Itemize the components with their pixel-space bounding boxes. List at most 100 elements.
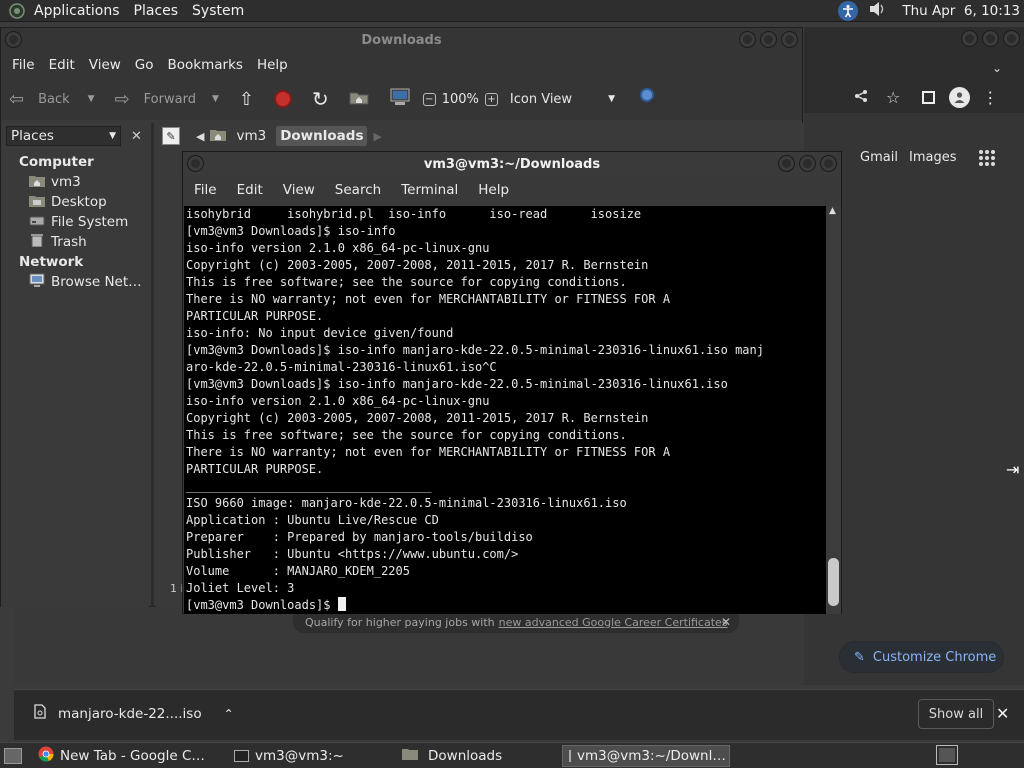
show-all-button[interactable]: Show all: [918, 699, 994, 729]
file-manager-titlebar[interactable]: Downloads: [1, 28, 802, 52]
zoom-in-icon[interactable]: +: [484, 92, 498, 106]
terminal-line: This is free software; see the source fo…: [186, 275, 627, 289]
menu-help[interactable]: Help: [471, 182, 516, 198]
menu-file[interactable]: File: [5, 57, 42, 73]
sidebar-splitter[interactable]: [151, 123, 154, 607]
menu-edit[interactable]: Edit: [230, 182, 270, 198]
bookmark-star-icon[interactable]: ☆: [886, 88, 900, 107]
task-terminal-downloads[interactable]: vm3@vm3:~/Downl…: [562, 744, 730, 767]
menu-help[interactable]: Help: [250, 57, 295, 73]
back-dropdown-icon[interactable]: ▼: [88, 94, 95, 104]
window-title: vm3@vm3:~/Downloads: [423, 156, 601, 172]
window-title: Downloads: [361, 32, 442, 48]
task-terminal-home[interactable]: vm3@vm3:~: [228, 745, 396, 767]
menu-go[interactable]: Go: [128, 57, 161, 73]
menu-bookmarks[interactable]: Bookmarks: [161, 57, 250, 73]
promo-link[interactable]: new advanced Google Career Certificates: [499, 616, 728, 629]
terminal-line: [vm3@vm3 Downloads]$ iso-info manjaro-kd…: [186, 343, 764, 357]
close-button[interactable]: [781, 31, 798, 48]
forward-label: Forward: [143, 91, 196, 107]
menu-terminal[interactable]: Terminal: [394, 182, 465, 198]
forward-button[interactable]: ⇨ Forward ▼: [115, 89, 219, 110]
places-sidebar: Places ▼ ✕ Computer vm3 Desktop File Sys…: [1, 123, 149, 607]
share-icon[interactable]: [854, 89, 868, 107]
sidebar-item-label: Desktop: [51, 194, 107, 210]
chrome-icon: [38, 746, 54, 766]
tab-list-chevron-icon[interactable]: ⌄: [992, 61, 1002, 75]
view-mode-select[interactable]: Icon View ▼: [510, 92, 615, 107]
sidebar-item-trash[interactable]: Trash: [1, 232, 149, 252]
menu-view[interactable]: View: [82, 57, 128, 73]
reload-icon[interactable]: ↻: [312, 87, 329, 111]
minimize-button[interactable]: [961, 30, 978, 47]
menu-edit[interactable]: Edit: [42, 57, 82, 73]
minimize-button[interactable]: [739, 31, 756, 48]
sidebar-item-desktop[interactable]: Desktop: [1, 192, 149, 212]
window-menu-button[interactable]: [5, 31, 22, 48]
task-downloads[interactable]: Downloads: [396, 745, 562, 767]
task-chrome[interactable]: New Tab - Google C…: [32, 745, 228, 767]
terminal-output[interactable]: isohybrid isohybrid.pl iso-info iso-read…: [184, 206, 826, 614]
terminal-line: Preparer : Prepared by manjaro-tools/bui…: [186, 530, 533, 544]
folder-icon: [402, 747, 418, 764]
breadcrumb-downloads[interactable]: Downloads: [276, 126, 368, 146]
file-manager-toolbar: ⇦ Back ▼ ⇨ Forward ▼ ⇧ ↻ − 100% + Icon V…: [1, 78, 802, 120]
close-shelf-icon[interactable]: ✕: [996, 704, 1009, 723]
sidebar-item-file-system[interactable]: File System: [1, 212, 149, 232]
maximize-button[interactable]: [799, 155, 816, 172]
sidebar-item-browse-network[interactable]: Browse Net…: [1, 272, 149, 292]
sidebar-item-vm3[interactable]: vm3: [1, 172, 149, 192]
menu-search[interactable]: Search: [328, 182, 388, 198]
back-button[interactable]: ⇦ Back ▼: [9, 89, 95, 110]
profile-avatar[interactable]: [949, 87, 971, 108]
download-shelf: manjaro-kde-22....iso ⌃ Show all ✕: [14, 689, 1024, 740]
workspace-switcher-icon[interactable]: [936, 745, 958, 765]
zoom-out-icon[interactable]: −: [422, 92, 436, 106]
terminal-scrollbar[interactable]: ▲: [826, 206, 841, 614]
terminal-window: vm3@vm3:~/Downloads File Edit View Searc…: [182, 151, 842, 614]
maximize-button[interactable]: [982, 30, 999, 47]
terminal-icon: [234, 749, 249, 762]
customize-chrome-button[interactable]: ✎ Customize Chrome: [839, 641, 1004, 673]
terminal-titlebar[interactable]: vm3@vm3:~/Downloads: [183, 152, 841, 176]
terminal-line: [vm3@vm3 Downloads]$ iso-info manjaro-kd…: [186, 377, 728, 391]
gmail-link[interactable]: Gmail: [860, 150, 898, 165]
promo-close-icon[interactable]: ✕: [721, 615, 731, 629]
up-button[interactable]: ⇧: [239, 89, 254, 110]
path-back-chevron-icon[interactable]: ◀: [196, 130, 204, 143]
breadcrumb-vm3[interactable]: vm3: [232, 126, 270, 146]
minimize-button[interactable]: [778, 155, 795, 172]
close-button[interactable]: [1003, 30, 1020, 47]
edit-location-icon[interactable]: ✎: [162, 127, 180, 145]
forward-dropdown-icon[interactable]: ▼: [212, 94, 219, 104]
sidebar-type-select[interactable]: Places ▼: [6, 126, 121, 146]
search-icon[interactable]: [639, 87, 659, 111]
computer-icon[interactable]: [389, 88, 411, 110]
apps-grid-icon[interactable]: [978, 149, 996, 171]
terminal-line: Joliet Level: 3: [186, 581, 295, 595]
window-menu-button[interactable]: [187, 155, 204, 172]
zoom-level[interactable]: 100%: [442, 92, 479, 107]
task-label: vm3@vm3:~: [255, 747, 344, 764]
path-forward-chevron-icon[interactable]: ▶: [373, 130, 381, 143]
chevron-up-icon[interactable]: ⌃: [224, 707, 234, 721]
close-sidebar-icon[interactable]: ✕: [131, 129, 142, 144]
images-link[interactable]: Images: [909, 150, 957, 165]
terminal-prompt-line[interactable]: [vm3@vm3 Downloads]$: [186, 597, 826, 614]
scroll-up-arrow-icon[interactable]: ▲: [829, 206, 836, 216]
show-desktop-icon[interactable]: [4, 747, 22, 764]
menu-file[interactable]: File: [187, 182, 224, 198]
menu-view[interactable]: View: [276, 182, 322, 198]
home-folder-icon[interactable]: [349, 89, 369, 109]
download-item[interactable]: manjaro-kde-22....iso ⌃: [34, 704, 234, 723]
chrome-menu-icon[interactable]: ⋮: [982, 88, 998, 107]
close-button[interactable]: [820, 155, 837, 172]
side-panel-icon[interactable]: [922, 91, 936, 104]
stop-icon[interactable]: [273, 90, 292, 108]
bottom-taskbar: New Tab - Google C… vm3@vm3:~ Downloads …: [0, 742, 1024, 768]
resize-cursor-icon: ⇥: [1006, 460, 1020, 479]
scrollbar-thumb[interactable]: [828, 558, 839, 606]
places-header: Places ▼ ✕: [1, 123, 149, 149]
terminal-line: aro-kde-22.0.5-minimal-230316-linux61.is…: [186, 360, 497, 374]
maximize-button[interactable]: [760, 31, 777, 48]
